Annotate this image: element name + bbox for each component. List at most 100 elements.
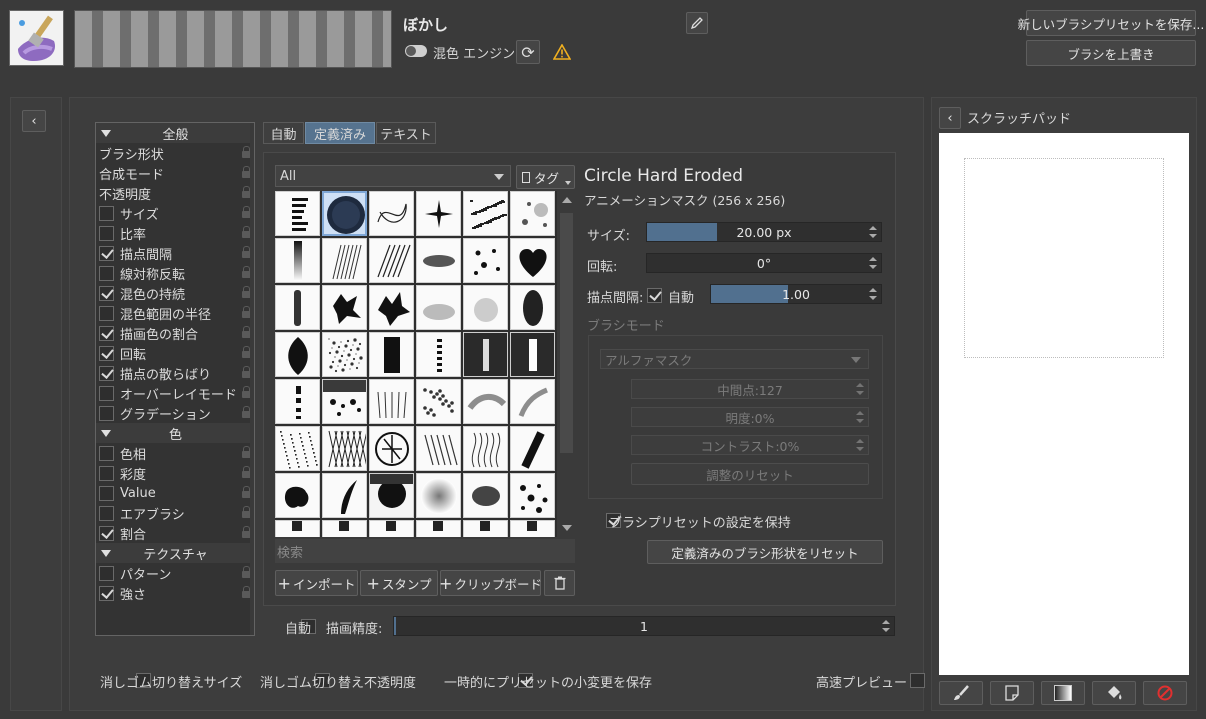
library-search-input[interactable]: 検索: [275, 539, 575, 563]
brush-tip-thumbnail[interactable]: [463, 191, 508, 236]
option-checkbox[interactable]: [99, 265, 114, 281]
blend-engine-toggle[interactable]: [405, 45, 427, 57]
brush-tip-thumbnail[interactable]: [416, 238, 461, 283]
options-item[interactable]: 割合: [96, 523, 254, 543]
scroll-down-icon[interactable]: [562, 525, 572, 531]
precision-slider[interactable]: 1: [393, 616, 895, 636]
options-item[interactable]: 描点の散らばり: [96, 363, 254, 383]
brush-tip-thumbnail[interactable]: [510, 379, 555, 424]
brush-tip-thumbnail[interactable]: [510, 238, 555, 283]
brush-tip-thumbnail[interactable]: [369, 285, 414, 330]
brush-tip-thumbnail[interactable]: [322, 191, 367, 236]
tab-text[interactable]: テキスト: [376, 122, 436, 144]
brush-tip-thumbnail[interactable]: [510, 191, 555, 236]
brush-tip-thumbnail[interactable]: [275, 191, 320, 236]
midpoint-slider[interactable]: 中間点:127: [631, 379, 869, 399]
option-checkbox[interactable]: [99, 565, 114, 581]
option-checkbox[interactable]: [99, 485, 114, 501]
brush-tip-thumbnail[interactable]: [510, 426, 555, 471]
size-slider[interactable]: 20.00 px: [646, 222, 882, 242]
brush-tip-thumbnail[interactable]: [369, 379, 414, 424]
options-item[interactable]: 比率: [96, 223, 254, 243]
options-item[interactable]: サイズ: [96, 203, 254, 223]
reset-predefined-button[interactable]: 定義済みのブラシ形状をリセット: [647, 540, 883, 564]
options-item[interactable]: 強さ: [96, 583, 254, 603]
contrast-spin-icon[interactable]: [853, 437, 867, 453]
brush-tip-thumbnail[interactable]: [275, 473, 320, 518]
collapse-scratchpad-button[interactable]: ‹: [939, 107, 961, 129]
brush-tip-thumbnail[interactable]: [416, 191, 461, 236]
brush-tip-thumbnail[interactable]: [463, 473, 508, 518]
option-checkbox[interactable]: [99, 325, 114, 341]
brush-tip-thumbnail[interactable]: [416, 332, 461, 377]
options-section-header[interactable]: テクスチャ: [96, 543, 254, 563]
grid-scrollbar[interactable]: [558, 191, 575, 537]
brush-tip-thumbnail[interactable]: [416, 379, 461, 424]
brush-tip-thumbnail[interactable]: [322, 238, 367, 283]
options-item[interactable]: ブラシ形状: [96, 143, 254, 163]
brush-tip-thumbnail[interactable]: [369, 238, 414, 283]
fast-preview-checkbox[interactable]: [909, 673, 925, 688]
scroll-up-icon[interactable]: [562, 197, 572, 203]
option-checkbox[interactable]: [99, 465, 114, 481]
spacing-slider[interactable]: 1.00: [710, 284, 882, 304]
brush-tip-thumbnail[interactable]: [463, 426, 508, 471]
brush-tip-thumbnail[interactable]: [463, 332, 508, 377]
reload-button[interactable]: ⟳: [516, 40, 540, 64]
tab-predefined[interactable]: 定義済み: [305, 122, 375, 144]
spacing-auto-checkbox[interactable]: [647, 288, 662, 303]
option-checkbox[interactable]: [99, 505, 114, 521]
brush-tip-thumbnail[interactable]: [416, 285, 461, 330]
option-checkbox[interactable]: [99, 205, 114, 221]
brush-tip-thumbnail[interactable]: [369, 332, 414, 377]
fill-background-button[interactable]: [1092, 681, 1136, 705]
paste-button[interactable]: [990, 681, 1034, 705]
options-scrollbar[interactable]: [250, 123, 254, 635]
options-item[interactable]: オーバーレイモード: [96, 383, 254, 403]
brush-tip-thumbnail[interactable]: [275, 238, 320, 283]
precision-spin-icon[interactable]: [879, 618, 893, 634]
tab-auto[interactable]: 自動: [263, 122, 304, 144]
brush-tip-thumbnail[interactable]: [322, 285, 367, 330]
spacing-spin-icon[interactable]: [866, 286, 880, 302]
options-item[interactable]: Value: [96, 483, 254, 503]
brush-tip-thumbnail[interactable]: [463, 285, 508, 330]
contrast-slider[interactable]: コントラスト:0%: [631, 435, 869, 455]
brush-tip-thumbnail[interactable]: [510, 473, 555, 518]
brush-tip-thumbnail[interactable]: [275, 332, 320, 377]
option-checkbox[interactable]: [99, 385, 114, 401]
gradient-button[interactable]: [1041, 681, 1085, 705]
tag-button[interactable]: タグ: [516, 165, 575, 189]
preset-thumbnail[interactable]: [9, 10, 64, 66]
brush-tip-thumbnail[interactable]: [275, 520, 320, 537]
collapse-left-button[interactable]: ‹: [22, 110, 46, 132]
options-item[interactable]: グラデーション: [96, 403, 254, 423]
brush-tip-thumbnail[interactable]: [463, 238, 508, 283]
brush-tip-thumbnail[interactable]: [510, 285, 555, 330]
option-checkbox[interactable]: [99, 345, 114, 361]
brush-tip-thumbnail[interactable]: [510, 520, 555, 537]
delete-button[interactable]: [544, 570, 575, 596]
options-item[interactable]: 不透明度: [96, 183, 254, 203]
options-item[interactable]: 線対称反転: [96, 263, 254, 283]
option-checkbox[interactable]: [99, 285, 114, 301]
brush-tip-thumbnail[interactable]: [275, 379, 320, 424]
option-checkbox[interactable]: [99, 525, 114, 541]
option-checkbox[interactable]: [99, 585, 114, 601]
option-checkbox[interactable]: [99, 445, 114, 461]
option-checkbox[interactable]: [99, 405, 114, 421]
midpoint-spin-icon[interactable]: [853, 381, 867, 397]
brush-tip-thumbnail[interactable]: [322, 520, 367, 537]
options-section-header[interactable]: 全般: [96, 123, 254, 143]
brush-tip-thumbnail[interactable]: [369, 191, 414, 236]
option-checkbox[interactable]: [99, 225, 114, 241]
options-item[interactable]: 描画色の割合: [96, 323, 254, 343]
clear-button[interactable]: [1143, 681, 1187, 705]
brightness-slider[interactable]: 明度:0%: [631, 407, 869, 427]
overwrite-brush-button[interactable]: ブラシを上書き: [1026, 40, 1196, 66]
brush-tip-thumbnail[interactable]: [322, 473, 367, 518]
brush-tip-thumbnail[interactable]: [322, 426, 367, 471]
options-item[interactable]: 描点間隔: [96, 243, 254, 263]
option-checkbox[interactable]: [99, 365, 114, 381]
brush-tip-thumbnail[interactable]: [369, 520, 414, 537]
